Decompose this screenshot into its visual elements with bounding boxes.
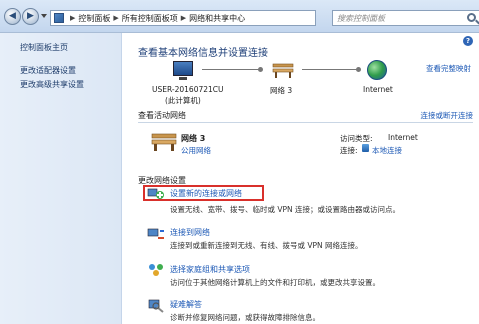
chevron-right-icon[interactable]: ▶ (181, 14, 186, 22)
main-panel: ? 查看基本网络信息并设置连接 查看完整映射 USER-20160721CU (… (122, 33, 479, 324)
map-connector (302, 67, 361, 72)
map-connector (202, 67, 263, 72)
network-type-link[interactable]: 公用网络 (181, 145, 211, 156)
sidebar: 控制面板主页 更改适配器设置 更改高级共享设置 (0, 33, 122, 324)
search-placeholder: 搜索控制面板 (337, 13, 385, 23)
full-map-link[interactable]: 查看完整映射 (426, 63, 471, 74)
homegroup-sharing-link[interactable]: 选择家庭组和共享选项 (170, 264, 250, 275)
map-network-name: 网络 3 (270, 86, 293, 95)
sidebar-item-change-adapter[interactable]: 更改适配器设置 (20, 65, 76, 76)
homegroup-sharing-desc: 访问位于其他网络计算机上的文件和打印机，或更改共享设置。 (170, 278, 380, 287)
recent-pages-dropdown[interactable] (41, 14, 47, 18)
forward-button[interactable]: ▶ (22, 8, 39, 25)
computer-sub: (此计算机) (165, 96, 201, 105)
troubleshoot-link[interactable]: 疑难解答 (170, 299, 202, 310)
troubleshoot-desc: 诊断并修复网络问题，或获得故障排除信息。 (170, 313, 320, 322)
search-icon[interactable] (467, 13, 476, 22)
globe-icon (367, 60, 387, 80)
address-field[interactable]: ▶ 控制面板 ▶ 所有控制面板项 ▶ 网络和共享中心 (50, 10, 316, 26)
help-icon[interactable]: ? (463, 36, 473, 46)
control-panel-icon (54, 13, 64, 23)
bench-icon (151, 133, 177, 151)
computer-icon (173, 61, 193, 80)
map-internet-label: Internet (363, 85, 393, 94)
connect-disconnect-link[interactable]: 连接或断开连接 (421, 110, 474, 121)
breadcrumb-all-items[interactable]: 所有控制面板项 (122, 13, 178, 24)
access-type-label: 访问类型: (340, 134, 373, 143)
bench-icon (272, 63, 294, 78)
access-type-value: Internet (388, 133, 418, 142)
connection-label: 连接: (340, 146, 358, 155)
page-title: 查看基本网络信息并设置连接 (138, 48, 268, 59)
chevron-right-icon[interactable]: ▶ (70, 14, 75, 22)
connect-to-network-link[interactable]: 连接到网络 (170, 227, 210, 238)
address-bar: ◀ ▶ ▶ 控制面板 ▶ 所有控制面板项 ▶ 网络和共享中心 搜索控制面板 (0, 0, 479, 33)
chevron-right-icon[interactable]: ▶ (113, 14, 118, 22)
connect-network-icon (147, 228, 164, 239)
setup-new-connection-desc: 设置无线、宽带、拨号、临时或 VPN 连接；或设置路由器或访问点。 (170, 205, 401, 214)
connect-to-network-desc: 连接到或重新连接到无线、有线、拨号或 VPN 网络连接。 (170, 241, 363, 250)
troubleshoot-icon (148, 299, 164, 313)
sidebar-item-control-panel-home[interactable]: 控制面板主页 (20, 42, 68, 53)
local-connection-link[interactable]: 本地连接 (372, 145, 402, 156)
search-input[interactable]: 搜索控制面板 (332, 10, 479, 26)
homegroup-icon (149, 264, 163, 276)
highlight-box (143, 185, 264, 201)
active-networks-title: 查看活动网络 (138, 111, 186, 120)
back-button[interactable]: ◀ (4, 8, 21, 25)
ethernet-icon (362, 144, 369, 152)
breadcrumb-control-panel[interactable]: 控制面板 (78, 13, 110, 24)
breadcrumb-network-center[interactable]: 网络和共享中心 (189, 13, 245, 24)
active-network-name: 网络 3 (181, 134, 206, 143)
divider (138, 122, 473, 123)
sidebar-item-advanced-sharing[interactable]: 更改高级共享设置 (20, 79, 84, 90)
computer-name: USER-20160721CU (152, 85, 224, 94)
